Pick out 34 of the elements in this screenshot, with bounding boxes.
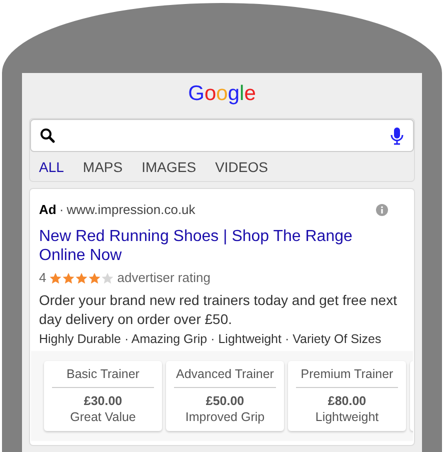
star-icon xyxy=(49,272,62,284)
search-tab[interactable]: IMAGES xyxy=(142,158,196,174)
star-icon xyxy=(101,272,114,284)
sitelink-price: £30.00 xyxy=(82,393,124,409)
search-tab[interactable]: VIDEOS xyxy=(215,158,268,174)
sitelink-price: £80.00 xyxy=(326,393,368,409)
ad-highlights: Highly Durable · Amazing Grip · Lightweight · Variety Of Sizes xyxy=(38,331,382,348)
sitelink-title: Basic Trainer xyxy=(52,366,154,388)
star-icon xyxy=(75,272,88,284)
ad-label: Ad xyxy=(39,202,56,218)
rating-value: 4 xyxy=(39,270,46,286)
microphone-icon[interactable] xyxy=(390,126,404,144)
ad-title-link[interactable]: New Red Running Shoes | Shop The Range Online Now xyxy=(30,227,405,265)
ad-url: www.impression.co.uk xyxy=(66,202,196,218)
sitelink-note: Improved Grip xyxy=(184,409,266,425)
sitelink-note: Great Value xyxy=(69,409,137,425)
rating-label: advertiser rating xyxy=(117,270,210,286)
sitelink-card[interactable]: Premium Trainer £80.00 Lightweight xyxy=(288,361,406,431)
sitelink-card[interactable]: Basic Trainer £30.00 Great Value xyxy=(44,361,162,431)
separator-dot: · xyxy=(59,202,64,218)
search-tab[interactable]: ALL xyxy=(39,158,64,174)
ad-description: Order your brand new red trainers today and get free next day delivery on order over £50. xyxy=(38,291,398,329)
sitelink-price: £50.00 xyxy=(204,393,246,409)
google-logo: Google xyxy=(188,81,256,107)
sitelink-card[interactable]: Advanced Trainer £50.00 Improved Grip xyxy=(166,361,284,431)
star-icon xyxy=(62,272,76,284)
search-tab[interactable]: MAPS xyxy=(82,158,123,174)
search-field[interactable] xyxy=(30,119,414,152)
star-icon xyxy=(88,272,102,284)
sitelink-note: Lightweight xyxy=(314,409,380,425)
info-icon[interactable] xyxy=(376,204,388,216)
search-icon[interactable] xyxy=(40,128,55,143)
sitelink-title: Premium Trainer xyxy=(296,366,398,388)
sitelink-title: Advanced Trainer xyxy=(174,366,276,388)
